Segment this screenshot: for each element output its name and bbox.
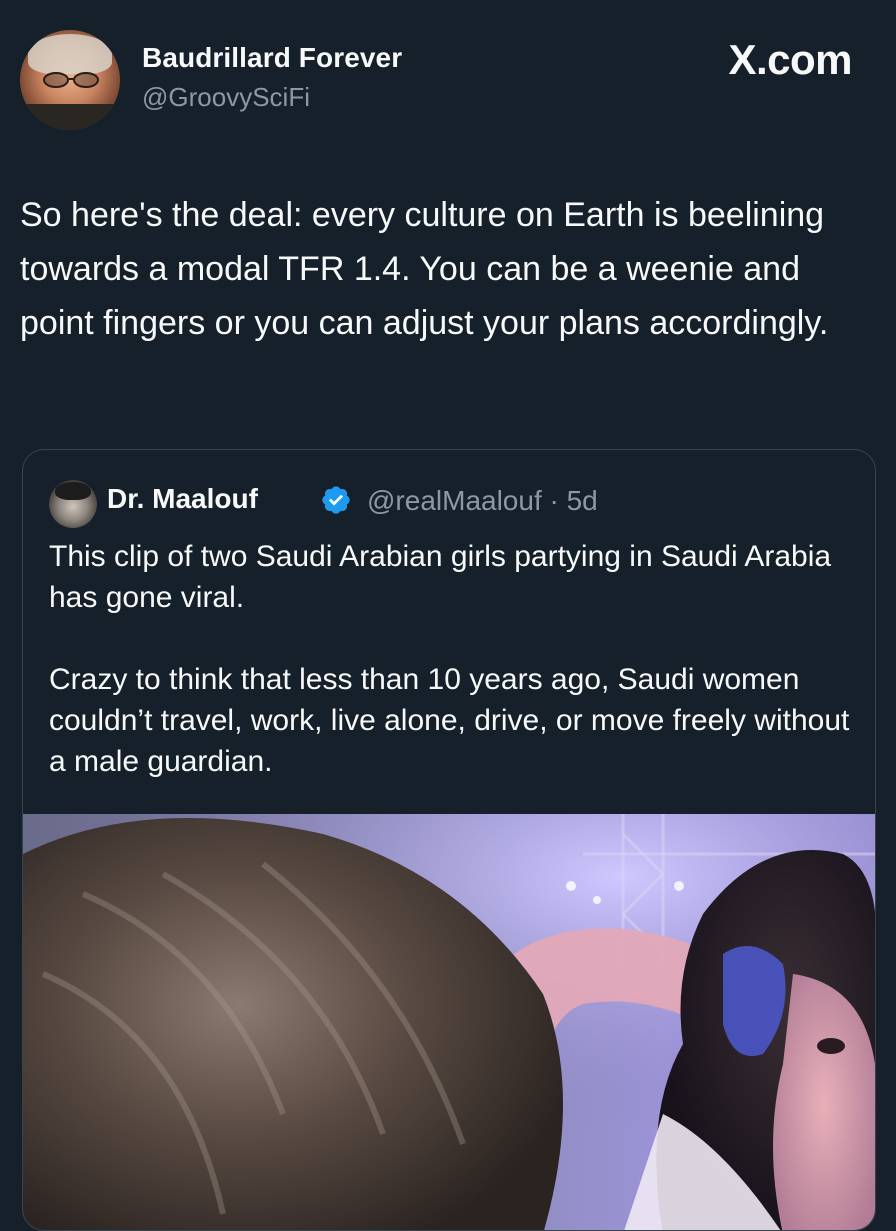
quoted-media-video[interactable]	[23, 814, 875, 1230]
quoted-tweet-text: This clip of two Saudi Arabian girls par…	[49, 536, 859, 782]
quoted-author-name[interactable]: Dr. Maalouf	[107, 483, 258, 515]
quoted-tweet[interactable]: Dr. Maalouf @realMaalouf · 5d This clip …	[22, 449, 876, 1231]
quoted-author-avatar[interactable]	[49, 480, 97, 528]
tweet-text: So here's the deal: every culture on Ear…	[20, 196, 829, 342]
quoted-paragraph: Crazy to think that less than 10 years a…	[49, 663, 850, 778]
quoted-handle-time[interactable]: @realMaalouf · 5d	[367, 485, 598, 517]
verified-badge-icon	[322, 486, 350, 514]
tweet-card: Baudrillard Forever @GroovySciFi X.com S…	[0, 0, 896, 1231]
author-name[interactable]: Baudrillard Forever	[142, 42, 402, 74]
video-frame-image	[23, 814, 875, 1230]
quoted-paragraph: This clip of two Saudi Arabian girls par…	[49, 540, 832, 614]
author-avatar[interactable]	[20, 30, 120, 130]
brand-logo: X.com	[728, 36, 852, 83]
author-handle[interactable]: @GroovySciFi	[142, 82, 310, 113]
